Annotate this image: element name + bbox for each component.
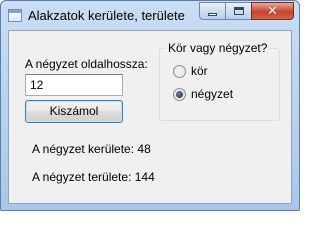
calculate-button[interactable]: Kiszámol — [25, 100, 123, 123]
radio-square[interactable] — [173, 88, 186, 101]
perimeter-result: A négyzet kerülete: 48 — [32, 142, 151, 156]
window-app-icon[interactable] — [8, 9, 22, 22]
area-result: A négyzet területe: 144 — [32, 170, 155, 184]
minimize-icon — [208, 12, 217, 16]
shape-choice-group — [159, 48, 280, 121]
close-icon: ✕ — [267, 3, 278, 19]
radio-circle-label[interactable]: kör — [191, 64, 208, 78]
title-bar[interactable]: Alakzatok kerülete, területe ✕ — [1, 1, 299, 31]
minimize-button[interactable] — [199, 2, 225, 20]
radio-square-label[interactable]: négyzet — [191, 87, 233, 101]
maximize-icon — [233, 7, 244, 15]
side-length-input[interactable]: 12 — [25, 74, 123, 96]
app-window: Alakzatok kerülete, területe ✕ A négyzet… — [0, 0, 300, 211]
window-title: Alakzatok kerülete, területe — [28, 8, 185, 23]
side-length-label: A négyzet oldalhossza: — [25, 57, 148, 71]
close-button[interactable]: ✕ — [251, 2, 294, 20]
shape-choice-group-title: Kör vagy négyzet? — [166, 41, 270, 55]
form-client-area: A négyzet oldalhossza: 12 Kiszámol Kör v… — [8, 30, 292, 204]
maximize-button[interactable] — [225, 2, 251, 20]
radio-circle[interactable] — [173, 65, 186, 78]
window-controls: ✕ — [199, 2, 294, 21]
